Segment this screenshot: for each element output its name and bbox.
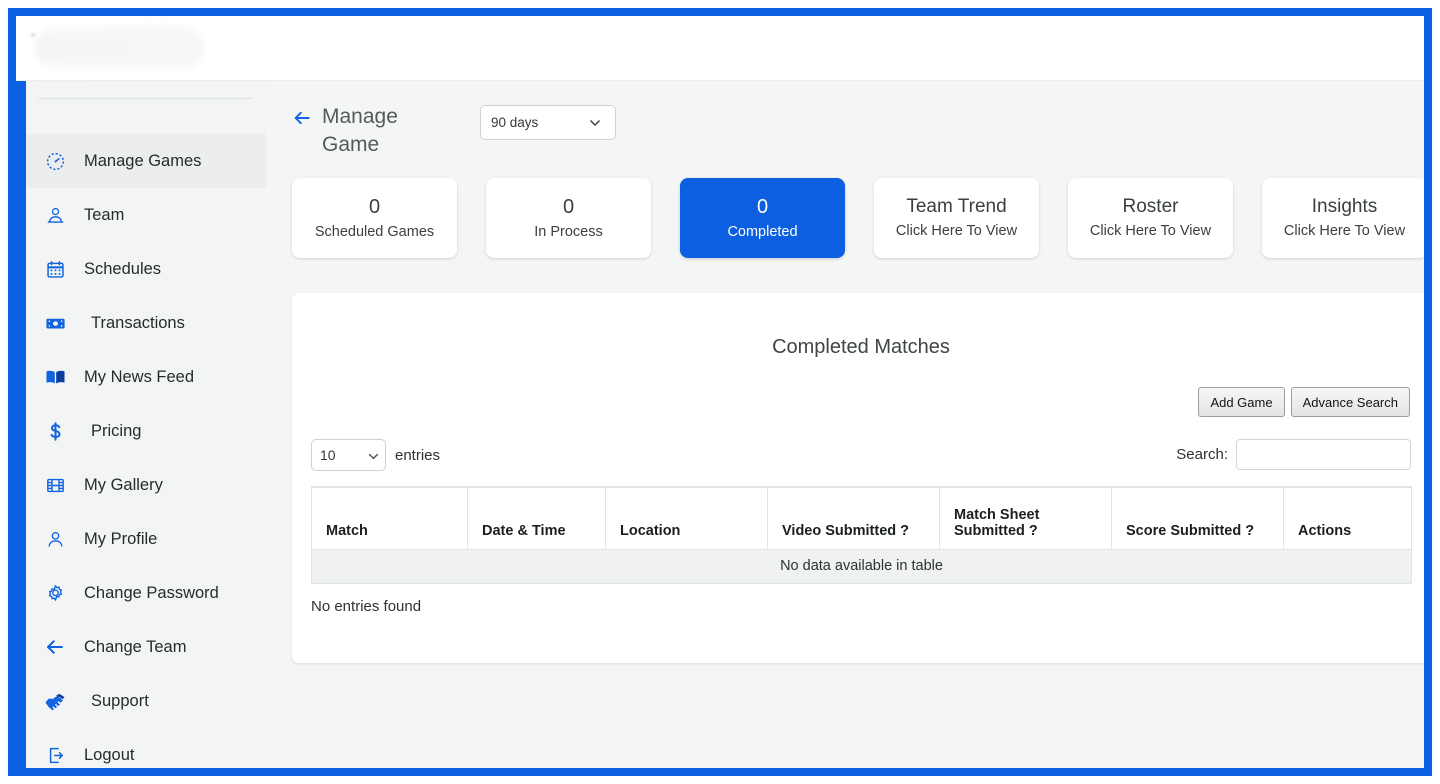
sidebar-item-my-gallery[interactable]: My Gallery [26,458,266,512]
sidebar-nav: Manage Games Team Schedules Transactions… [16,134,266,768]
calendar-icon [40,259,70,280]
table-length-control: 102550100 entries [311,439,440,471]
stat-card-value: Team Trend [906,196,1007,218]
sidebar-item-label: Logout [84,745,135,764]
column-header-match[interactable]: Match [311,486,468,550]
sidebar-item-logout[interactable]: Logout [26,728,266,768]
stat-card-label: Scheduled Games [314,223,435,240]
money-icon [40,312,70,335]
panel-action-buttons: Add Game Advance Search [1198,387,1410,417]
handshake-icon [40,689,70,713]
sidebar-scroll[interactable]: Gillial Manage Games [16,16,266,768]
stat-card-team-trend[interactable]: Team Trend Click Here To View [874,178,1039,258]
column-header-score-submitted[interactable]: Score Submitted ? [1111,486,1284,550]
stat-card-value: Roster [1122,196,1179,218]
gauge-icon [40,151,70,172]
sidebar-item-team[interactable]: Team [26,188,266,242]
sidebar-accent-bar [16,16,26,768]
brand-mark-icon [31,33,35,37]
app-root: Gillial Manage Games [16,16,1424,768]
film-icon [40,475,70,496]
sidebar-item-manage-games[interactable]: Manage Games [16,134,266,188]
page-title: Manage Game [322,105,398,157]
stat-card-label: Click Here To View [1089,222,1212,239]
user-icon [40,529,70,550]
sidebar-item-label: Manage Games [84,151,202,170]
sidebar-item-change-password[interactable]: Change Password [26,566,266,620]
table-search-control: Search: [1176,439,1411,470]
sidebar-item-label: Transactions [91,313,185,332]
back-arrow-icon[interactable] [292,108,312,133]
sidebar-item-my-news-feed[interactable]: My News Feed [26,350,266,404]
column-header-actions[interactable]: Actions [1283,486,1412,550]
stat-card-label: In Process [534,223,603,240]
completed-matches-table: Match Date & Time Location Video Submitt… [311,486,1412,584]
panel-title: Completed Matches [772,336,950,358]
table-body: No data available in table [311,548,1412,584]
search-label: Search: [1176,446,1228,463]
column-header-video-submitted[interactable]: Video Submitted ? [767,486,940,550]
table-header-row: Match Date & Time Location Video Submitt… [311,486,1412,550]
stat-card-label: Click Here To View [1283,222,1406,239]
sidebar-item-pricing[interactable]: Pricing [26,404,266,458]
entries-per-page-select[interactable]: 102550100 [311,439,386,471]
table-header: Match Date & Time Location Video Submitt… [311,486,1412,550]
completed-matches-panel: Completed Matches Add Game Advance Searc… [292,293,1424,663]
topbar [16,16,1424,81]
date-range-select[interactable]: 7 days30 days90 days1 year [480,105,616,140]
column-header-date-time[interactable]: Date & Time [467,486,606,550]
stat-card-row: 0 Scheduled Games 0 In Process 0 Complet… [292,178,1424,258]
advance-search-button[interactable]: Advance Search [1290,387,1410,417]
sidebar-item-transactions[interactable]: Transactions [26,296,266,350]
sidebar-item-label: My Profile [84,529,158,548]
stat-card-value: 0 [368,195,381,218]
sidebar-item-support[interactable]: Support [26,674,266,728]
sidebar-item-label: Team [84,205,125,224]
sidebar: Gillial Manage Games [16,16,266,768]
stat-card-label: Completed [727,223,798,240]
brand-logo-icon[interactable] [34,25,204,71]
stat-card-value: 0 [756,195,769,218]
sidebar-item-my-profile[interactable]: My Profile [26,512,266,566]
sidebar-item-schedules[interactable]: Schedules [26,242,266,296]
sidebar-item-label: Change Password [84,583,219,602]
stat-card-scheduled-games[interactable]: 0 Scheduled Games [292,178,457,258]
sidebar-item-label: Change Team [84,637,187,656]
add-game-button[interactable]: Add Game [1198,387,1285,417]
stat-card-value: Insights [1311,196,1378,218]
table-empty-row: No data available in table [311,548,1412,584]
table-empty-message: No data available in table [311,548,1412,584]
sidebar-item-label: My Gallery [84,475,163,494]
sidebar-item-label: Support [91,691,149,710]
entries-label: entries [395,446,441,464]
sidebar-item-change-team[interactable]: Change Team [26,620,266,674]
sidebar-item-label: My News Feed [84,367,195,386]
stat-card-label: Click Here To View [895,222,1018,239]
gear-icon [40,583,70,604]
stat-card-completed[interactable]: 0 Completed [680,178,845,258]
column-header-location[interactable]: Location [605,486,768,550]
table-info: No entries found [311,598,422,615]
search-input[interactable] [1236,439,1411,470]
book-icon [40,366,70,389]
sidebar-item-label: Pricing [91,421,142,440]
main-content: Manage Game 7 days30 days90 days1 year 0… [266,81,1424,768]
stat-card-roster[interactable]: Roster Click Here To View [1068,178,1233,258]
logout-icon [40,745,70,766]
stat-card-value: 0 [562,195,575,218]
sidebar-divider [38,98,253,99]
team-icon [40,205,70,226]
arrow-left-icon [40,636,70,658]
stat-card-insights[interactable]: Insights Click Here To View [1262,178,1424,258]
sidebar-item-label: Schedules [84,259,162,278]
browser-frame: Gillial Manage Games [8,8,1432,776]
stat-card-in-process[interactable]: 0 In Process [486,178,651,258]
dollar-icon [40,421,70,442]
column-header-match-sheet-submitted[interactable]: Match Sheet Submitted ? [939,486,1112,550]
